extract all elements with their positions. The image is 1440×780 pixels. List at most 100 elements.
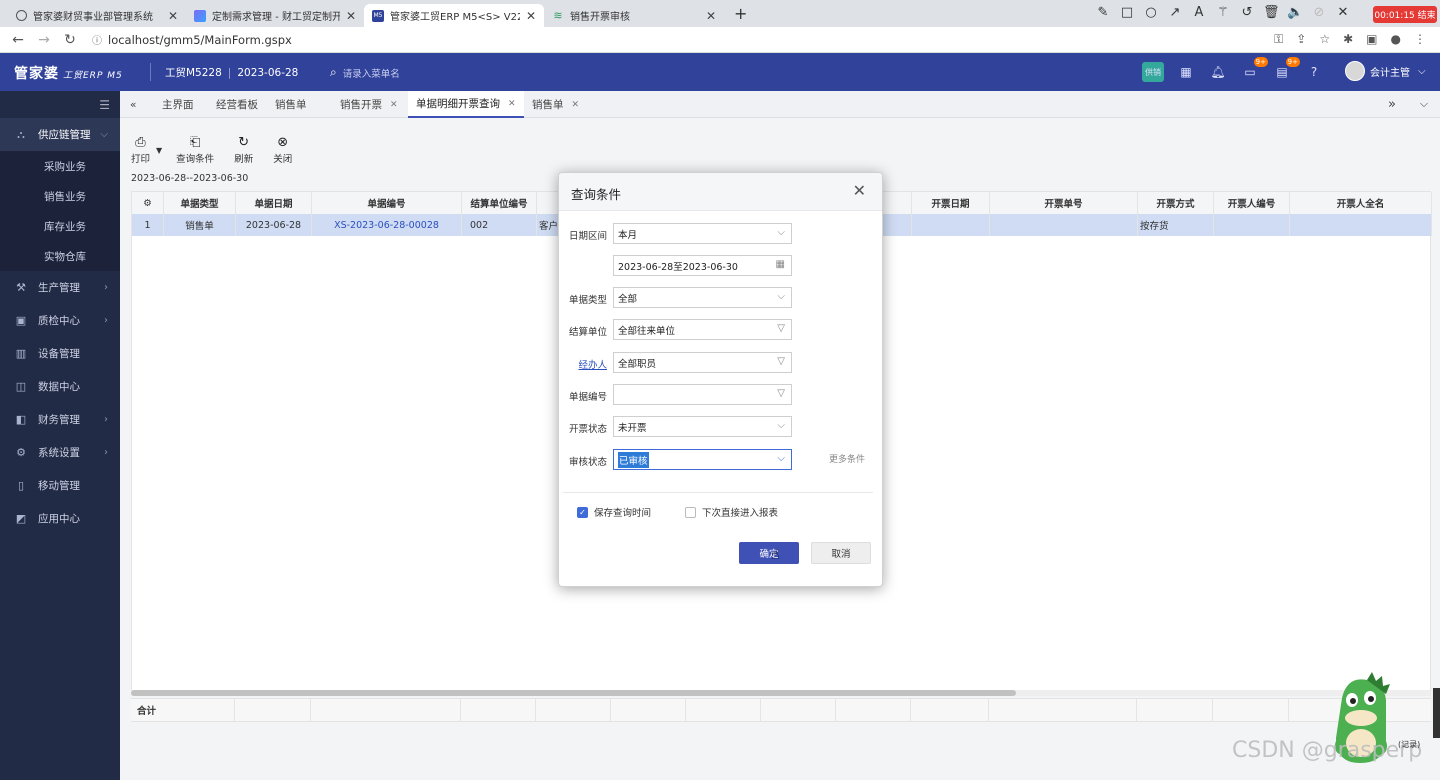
calendar-icon[interactable]: ▦ <box>776 259 785 270</box>
profile-icon[interactable]: ● <box>1391 32 1401 47</box>
undo-icon[interactable]: ↺ <box>1239 5 1255 20</box>
close-icon[interactable]: ✕ <box>853 181 866 200</box>
sidebar-item-finance[interactable]: ◧ 财务管理 › <box>0 403 120 436</box>
horizontal-scrollbar[interactable] <box>131 690 1431 696</box>
sidebar-item-equipment[interactable]: ▥ 设备管理 <box>0 337 120 370</box>
back-icon[interactable]: ← <box>10 32 26 48</box>
arrow-icon[interactable]: ↗ <box>1167 5 1183 20</box>
sidebar-item-qc[interactable]: ▣ 质检中心 › <box>0 304 120 337</box>
date-span-input[interactable]: 2023-06-28至2023-06-30 ▦ <box>613 255 792 276</box>
close-icon[interactable]: ✕ <box>346 9 356 23</box>
sidebar-item-production[interactable]: ⚒ 生产管理 › <box>0 271 120 304</box>
close-icon[interactable]: ✕ <box>508 99 516 109</box>
grid-settings-icon[interactable]: ⚙ <box>132 192 164 214</box>
menu-icon[interactable]: ⋮ <box>1414 32 1426 47</box>
help-icon[interactable]: ? <box>1304 62 1324 82</box>
sidebar-subitem-warehouse[interactable]: 实物仓库 <box>0 241 120 271</box>
handler-link[interactable]: 经办人 <box>559 357 607 371</box>
user-menu[interactable]: 会计主管 ⌵ <box>1345 61 1426 81</box>
browser-tab-1[interactable]: 管家婆财贸事业部管理系统 ✕ <box>8 4 186 27</box>
close-icon[interactable]: ✕ <box>390 100 398 110</box>
text-icon[interactable]: A <box>1191 5 1207 20</box>
col-header[interactable]: 结算单位编号 <box>462 192 537 214</box>
cell-number-link[interactable]: XS-2023-06-28-00028 <box>312 214 462 236</box>
doc-number-input[interactable]: ▽ <box>613 384 792 405</box>
extensions-icon[interactable]: ✱ <box>1343 32 1353 47</box>
tab-invoice-query[interactable]: 单据明细开票查询 ✕ <box>408 91 524 118</box>
menu-search[interactable]: ⌕ 请录入菜单名 <box>330 65 400 80</box>
filter-icon[interactable]: ▽ <box>777 323 785 334</box>
close-icon[interactable]: ✕ <box>1335 5 1351 20</box>
mic-off-icon[interactable]: ⊘ <box>1311 5 1327 20</box>
col-header[interactable]: 开票人编号 <box>1214 192 1290 214</box>
col-header[interactable]: 开票单号 <box>990 192 1138 214</box>
sidebar-item-app-center[interactable]: ◩ 应用中心 <box>0 502 120 535</box>
close-icon[interactable]: ✕ <box>526 9 536 23</box>
col-header[interactable]: 单据编号 <box>312 192 462 214</box>
settlement-unit-input[interactable]: 全部往来单位 ▽ <box>613 319 792 340</box>
supply-app-icon[interactable]: 供销 <box>1142 62 1164 82</box>
date-range-select[interactable]: 本月 ⌵ <box>613 223 792 244</box>
more-conditions-link[interactable]: 更多条件 <box>829 452 865 465</box>
col-header[interactable]: 开票日期 <box>912 192 990 214</box>
url-field[interactable]: ⓘ localhost/gmm5/MainForm.gspx <box>92 32 292 48</box>
col-header[interactable]: 单据类型 <box>164 192 236 214</box>
sidebar-item-supply-chain[interactable]: ⛬ 供应链管理 ⌵ <box>0 118 120 151</box>
audit-status-select[interactable]: 已审核 ⌵ <box>613 449 792 470</box>
tabs-scroll-right-icon[interactable]: » <box>1388 91 1396 118</box>
star-icon[interactable]: ☆ <box>1319 32 1330 47</box>
pen-icon[interactable]: ✎ <box>1095 5 1111 20</box>
sidebar-subitem-purchase[interactable]: 采购业务 <box>0 151 120 181</box>
magic-wand-icon[interactable]: ⚚ <box>1215 5 1231 20</box>
message-icon[interactable]: ▭ 9+ <box>1240 57 1268 82</box>
print-dropdown-icon[interactable]: ▼ <box>156 135 162 165</box>
save-time-checkbox[interactable]: ✓ 保存查询时间 <box>577 505 651 519</box>
query-conditions-button[interactable]: ⎗ 查询条件 <box>176 135 214 165</box>
browser-tab-4[interactable]: ≋ 销售开票审核 ✕ <box>544 4 724 27</box>
ok-button[interactable]: 确定 <box>739 542 799 564</box>
browser-tab-3[interactable]: M5 管家婆工贸ERP M5<S> V22.8 ✕ <box>364 4 544 27</box>
scrollbar-thumb[interactable] <box>131 690 1016 696</box>
browser-tab-2[interactable]: 定制需求管理 - 财工贸定制开发 ✕ <box>186 4 364 27</box>
filter-icon[interactable]: ▽ <box>777 388 785 399</box>
task-icon[interactable]: ▤ 9+ <box>1272 57 1300 82</box>
key-icon[interactable]: ⚿ <box>1274 32 1283 47</box>
tab-home[interactable]: 主界面 <box>162 91 194 118</box>
direct-report-checkbox[interactable]: 下次直接进入报表 <box>685 505 778 519</box>
close-icon[interactable]: ✕ <box>706 9 716 23</box>
close-icon[interactable]: ✕ <box>572 100 580 110</box>
sidebar-item-settings[interactable]: ⚙ 系统设置 › <box>0 436 120 469</box>
calendar-icon[interactable]: ▦ <box>1176 62 1196 82</box>
invoice-status-select[interactable]: 未开票 ⌵ <box>613 416 792 437</box>
sidebar-subitem-inventory[interactable]: 库存业务 <box>0 211 120 241</box>
col-header[interactable]: 单据日期 <box>236 192 312 214</box>
filter-icon[interactable]: ▽ <box>777 356 785 367</box>
col-header[interactable]: 开票人全名 <box>1290 192 1432 214</box>
sidebar-subitem-sales[interactable]: 销售业务 <box>0 181 120 211</box>
tab-sales-order-2[interactable]: 销售单 ✕ <box>532 91 579 118</box>
speaker-icon[interactable]: 🔈 <box>1287 5 1303 20</box>
sidebar-item-data[interactable]: ◫ 数据中心 <box>0 370 120 403</box>
close-icon[interactable]: ✕ <box>168 9 178 23</box>
tab-dashboard[interactable]: 经营看板 <box>216 91 258 118</box>
refresh-button[interactable]: ↻ 刷新 <box>234 135 253 165</box>
sidepanel-icon[interactable]: ▣ <box>1366 32 1377 47</box>
site-info-icon[interactable]: ⓘ <box>92 32 102 47</box>
col-header[interactable]: 开票方式 <box>1138 192 1214 214</box>
forward-icon[interactable]: → <box>36 32 52 48</box>
bell-icon[interactable]: 🔔︎ <box>1208 62 1228 82</box>
trash-icon[interactable]: 🗑 <box>1263 5 1280 20</box>
new-tab-button[interactable]: + <box>734 4 747 23</box>
doc-type-select[interactable]: 全部 ⌵ <box>613 287 792 308</box>
share-icon[interactable]: ⇪ <box>1296 32 1306 47</box>
cancel-button[interactable]: 取消 <box>811 542 871 564</box>
close-button[interactable]: ⊗ 关闭 <box>273 135 292 165</box>
sidebar-item-mobile[interactable]: ▯ 移动管理 <box>0 469 120 502</box>
rectangle-icon[interactable]: □ <box>1119 5 1135 20</box>
handler-input[interactable]: 全部职员 ▽ <box>613 352 792 373</box>
tabs-scroll-left-icon[interactable]: « <box>130 91 136 118</box>
recording-stop-button[interactable]: 00:01:15 结束 <box>1373 6 1437 23</box>
tab-sales-invoice[interactable]: 销售开票 ✕ <box>340 91 398 118</box>
chevron-down-icon[interactable]: ⌵ <box>1420 91 1428 118</box>
print-button[interactable]: ⎙ 打印 <box>131 135 150 165</box>
